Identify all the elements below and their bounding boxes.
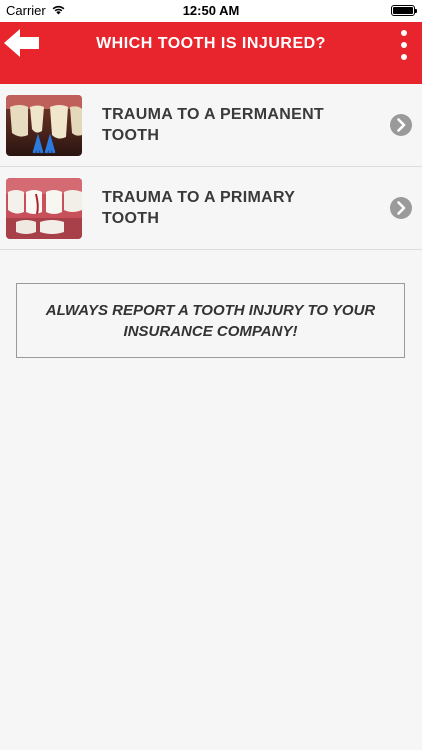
list-item-label: TRAUMA TO A PRIMARY TOOTH bbox=[102, 189, 295, 227]
list-item-primary-tooth[interactable]: TRAUMA TO A PRIMARY TOOTH bbox=[0, 167, 422, 250]
chevron-right-icon bbox=[390, 114, 412, 136]
more-vertical-icon-dot bbox=[401, 42, 407, 48]
primary-tooth-thumbnail bbox=[6, 178, 82, 239]
permanent-tooth-thumbnail bbox=[6, 95, 82, 156]
more-vertical-icon-dot bbox=[401, 54, 407, 60]
insurance-notice-text: ALWAYS REPORT A TOOTH INJURY TO YOUR INS… bbox=[45, 301, 376, 340]
chevron-right-icon bbox=[390, 197, 412, 219]
header-bar: WHICH TOOTH IS INJURED? bbox=[0, 22, 422, 84]
injury-type-list: TRAUMA TO A PERMANENT TOOTH TRAUMA TO A … bbox=[0, 84, 422, 250]
arrow-left-icon bbox=[2, 29, 42, 64]
more-vertical-icon bbox=[401, 30, 407, 36]
list-item-permanent-tooth[interactable]: TRAUMA TO A PERMANENT TOOTH bbox=[0, 84, 422, 167]
list-item-label: TRAUMA TO A PERMANENT TOOTH bbox=[102, 106, 324, 144]
battery-icon bbox=[391, 5, 417, 16]
page-title: WHICH TOOTH IS INJURED? bbox=[96, 35, 326, 52]
status-bar: Carrier 12:50 AM bbox=[0, 0, 422, 22]
back-button[interactable] bbox=[2, 26, 42, 60]
more-options-button[interactable] bbox=[396, 30, 412, 60]
insurance-notice-box: ALWAYS REPORT A TOOTH INJURY TO YOUR INS… bbox=[16, 283, 405, 358]
status-time: 12:50 AM bbox=[182, 3, 240, 18]
